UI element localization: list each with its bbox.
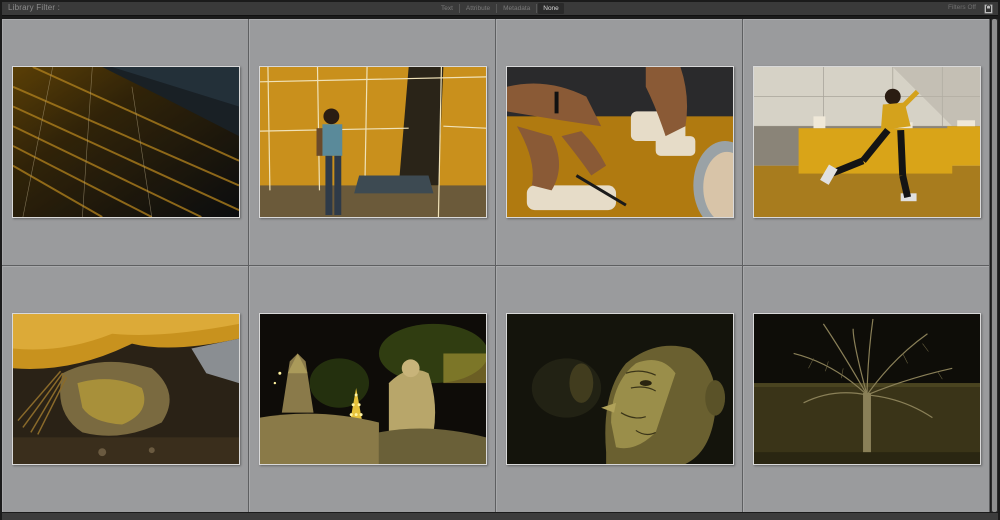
photo-thumbnail[interactable]: [506, 66, 734, 218]
photo-thumbnail[interactable]: [12, 66, 240, 218]
filter-tab-attribute[interactable]: Attribute: [461, 3, 495, 14]
grid-cell[interactable]: [496, 266, 742, 512]
library-filter-bar: Library Filter : Text Attribute Metadata…: [2, 2, 998, 16]
filter-tab-text[interactable]: Text: [436, 3, 458, 14]
library-filter-title: Library Filter :: [8, 3, 61, 12]
scrollbar-thumb[interactable]: [992, 19, 997, 512]
grid-cell[interactable]: [249, 266, 495, 512]
filter-tab-divider: [458, 4, 460, 13]
photo-thumbnail[interactable]: [753, 313, 981, 465]
photo-thumbnail[interactable]: [506, 313, 734, 465]
filmstrip-toolbar-edge: [2, 513, 998, 520]
grid-cell[interactable]: [249, 19, 495, 265]
grid-cell[interactable]: [743, 266, 989, 512]
grid-cell[interactable]: [496, 19, 742, 265]
filter-tabs: Text Attribute Metadata None: [436, 3, 564, 14]
photo-thumbnail[interactable]: [12, 313, 240, 465]
grid-vertical-scrollbar[interactable]: [991, 19, 998, 512]
grid-cell[interactable]: [2, 19, 248, 265]
library-grid-window: Library Filter : Text Attribute Metadata…: [0, 0, 1000, 520]
thumbnail-grid: [2, 19, 990, 512]
photo-thumbnail[interactable]: [259, 313, 487, 465]
grid-cell[interactable]: [743, 19, 989, 265]
filters-off-dropdown[interactable]: Filters Off: [948, 4, 976, 11]
lock-icon[interactable]: [983, 3, 994, 14]
photo-thumbnail[interactable]: [259, 66, 487, 218]
grid-cell[interactable]: [2, 266, 248, 512]
filter-tab-divider: [496, 4, 498, 13]
filter-tab-metadata[interactable]: Metadata: [498, 3, 535, 14]
photo-thumbnail[interactable]: [753, 66, 981, 218]
filter-tab-divider: [536, 4, 538, 13]
filter-tab-none[interactable]: None: [538, 3, 564, 14]
